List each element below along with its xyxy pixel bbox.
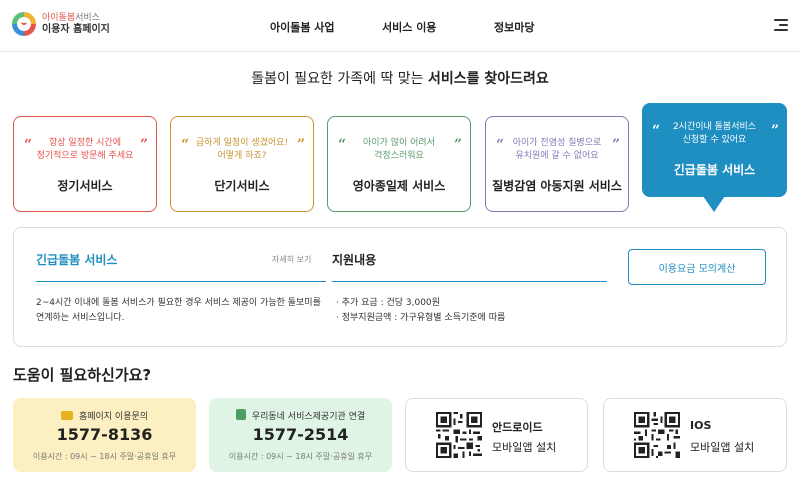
nav-childcare-program[interactable]: 아이돌봄 사업: [270, 19, 335, 35]
nav-info[interactable]: 정보마당: [494, 19, 534, 35]
menu-icon[interactable]: [774, 19, 788, 31]
app-card-android[interactable]: 안드로이드 모바일앱 설치: [405, 398, 588, 472]
qr-code-icon: [634, 412, 680, 458]
service-title: 영아종일제 서비스: [352, 179, 446, 193]
service-card-emergency[interactable]: “ ” 2시간이내 돌봄서비스 신청할 수 있어요 긴급돌봄 서비스: [642, 103, 787, 197]
detail-title: 긴급돌봄 서비스: [36, 253, 118, 267]
service-card-infant[interactable]: “ ” 아이가 많이 어려서 걱정스러워요 영아종일제 서비스: [327, 116, 471, 212]
logo-subtitle: 이용자 홈페이지: [42, 24, 110, 35]
page-headline: 돌봄이 필요한 가족에 딱 맞는 서비스를 찾아드려요: [0, 68, 800, 88]
divider: [332, 281, 607, 282]
active-card-pointer: [703, 196, 725, 212]
contact-hours: 이용시간 : 09시 ~ 18시 주말·공휴일 휴무: [228, 452, 373, 461]
service-title: 긴급돌봄 서비스: [673, 163, 756, 177]
service-desc: 아이가 전염성 질병으로 유치원에 갈 수 없어요: [512, 138, 602, 161]
headline-text: 돌봄이 필요한 가족에 딱 맞는: [251, 71, 428, 87]
contact-card-homepage[interactable]: 홈페이지 이용문의 1577-8136 이용시간 : 09시 ~ 18시 주말·…: [13, 398, 196, 472]
service-detail-panel: 긴급돌봄 서비스 자세히 보기 2~4시간 이내에 돌봄 서비스가 필요한 경우…: [13, 227, 787, 347]
help-title: 도움이 필요하신가요?: [13, 366, 152, 384]
nav-service-use[interactable]: 서비스 이용: [382, 19, 436, 35]
service-desc: 항상 일정한 시간에 정기적으로 방문해 주세요: [36, 138, 134, 161]
contact-label: 우리동네 서비스제공기관 연결: [251, 412, 366, 422]
qr-code-icon: [436, 412, 482, 458]
contact-card-provider[interactable]: 우리동네 서비스제공기관 연결 1577-2514 이용시간 : 09시 ~ 1…: [209, 398, 392, 472]
contact-hours: 이용시간 : 09시 ~ 18시 주말·공휴일 휴무: [32, 452, 177, 461]
service-title: 질병감염 아동지원 서비스: [492, 179, 622, 193]
app-platform: IOS: [690, 419, 712, 432]
support-item: 정부지원금액 : 가구유형별 소득기준에 따름: [336, 311, 506, 326]
service-desc: 급하게 일정이 생겼어요! 어떻게 하죠?: [195, 138, 289, 161]
service-desc: 아이가 많이 어려서 걱정스러워요: [363, 138, 435, 161]
site-header: 아이돌봄서비스 이용자 홈페이지 아이돌봄 사업 서비스 이용 정보마당: [0, 0, 800, 52]
contact-label: 홈페이지 이용문의: [78, 412, 149, 422]
app-install-label: 모바일앱 설치: [492, 441, 557, 454]
logo-brand-suffix: 서비스: [75, 13, 100, 23]
phonebook-icon: [235, 409, 246, 420]
support-item: 추가 요금 : 건당 3,000원: [336, 296, 505, 311]
contact-number: 1577-8136: [56, 425, 153, 444]
detail-more-link[interactable]: 자세히 보기: [272, 254, 311, 265]
service-card-short-term[interactable]: “ ” 급하게 일정이 생겼어요! 어떻게 하죠? 단기서비스: [170, 116, 314, 212]
app-install-label: 모바일앱 설치: [690, 441, 755, 454]
support-title: 지원내용: [332, 253, 377, 267]
service-title: 정기서비스: [57, 179, 113, 193]
service-card-sick-child[interactable]: “ ” 아이가 전염성 질병으로 유치원에 갈 수 없어요 질병감염 아동지원 …: [485, 116, 629, 212]
divider: [36, 281, 326, 282]
service-desc: 2시간이내 돌봄서비스 신청할 수 있어요: [672, 122, 757, 145]
chat-icon: [60, 411, 73, 420]
detail-description: 2~4시간 이내에 돌봄 서비스가 필요한 경우 서비스 제공이 가능한 돌보미…: [36, 298, 321, 323]
app-platform: 안드로이드: [492, 421, 543, 434]
headline-bold: 서비스를 찾아드려요: [428, 71, 549, 87]
site-logo[interactable]: 아이돌봄서비스 이용자 홈페이지: [12, 12, 110, 36]
fee-simulation-button[interactable]: 이용요금 모의계산: [628, 249, 766, 285]
contact-number: 1577-2514: [252, 425, 349, 444]
service-title: 단기서비스: [214, 179, 270, 193]
service-card-regular[interactable]: “ ” 항상 일정한 시간에 정기적으로 방문해 주세요 정기서비스: [13, 116, 157, 212]
app-card-ios[interactable]: IOS 모바일앱 설치: [603, 398, 787, 472]
logo-smile-icon: [12, 12, 36, 36]
support-list: 추가 요금 : 건당 3,000원 정부지원금액 : 가구유형별 소득기준에 따…: [336, 296, 506, 326]
logo-brand: 아이돌봄: [42, 13, 76, 23]
